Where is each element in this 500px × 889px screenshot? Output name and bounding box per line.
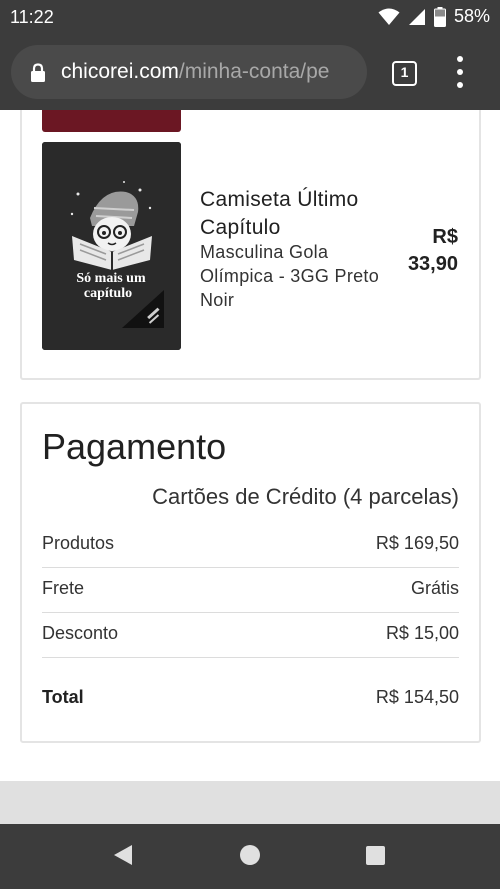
- print-text-line2: capítulo: [84, 286, 132, 301]
- cell-signal-icon: [408, 8, 426, 26]
- summary-value: Grátis: [410, 578, 459, 598]
- url-text: chicorei.com/minha-conta/pe: [61, 60, 329, 84]
- back-icon[interactable]: [113, 844, 133, 871]
- product-name[interactable]: Camiseta Último Capítulo: [200, 186, 385, 242]
- product-thumbnail[interactable]: Só mais um capítulo: [42, 142, 181, 350]
- summary-row-shipping: Frete Grátis: [42, 568, 459, 613]
- summary-value: R$ 169,50: [375, 533, 459, 553]
- status-icons: 58%: [378, 6, 490, 27]
- lock-icon: [30, 63, 46, 88]
- url-domain: chicorei.com: [61, 60, 179, 83]
- status-time: 11:22: [10, 7, 54, 27]
- summary-label: Frete: [42, 578, 85, 598]
- product-price: R$ 33,90: [407, 226, 458, 275]
- print-text-line1: Só mais um: [76, 271, 146, 286]
- summary-row-products: Produtos R$ 169,50: [42, 523, 459, 568]
- summary-row-discount: Desconto R$ 15,00: [42, 613, 459, 658]
- previous-product-thumbnail[interactable]: [42, 110, 181, 132]
- tab-switcher-button[interactable]: 1: [392, 61, 417, 86]
- summary-value: R$ 15,00: [385, 623, 459, 643]
- payment-title: Pagamento: [42, 426, 227, 467]
- page-footer: [0, 781, 500, 824]
- overflow-menu-icon[interactable]: [452, 56, 468, 90]
- summary-label: Desconto: [42, 623, 119, 643]
- recent-apps-icon[interactable]: [366, 846, 385, 865]
- battery-percent: 58%: [453, 6, 490, 26]
- payment-card: Pagamento Cartões de Crédito (4 parcelas…: [20, 402, 481, 743]
- product-variant: Masculina Gola Olímpica - 3GG Preto Noir: [200, 242, 380, 310]
- address-bar[interactable]: chicorei.com/minha-conta/pe: [11, 45, 367, 99]
- page-content: Só mais um capítulo Camiseta Último Capí…: [0, 110, 500, 824]
- payment-method: Cartões de Crédito (4 parcelas): [152, 484, 459, 509]
- url-path: /minha-conta/pe: [178, 60, 330, 83]
- status-bar: 11:22 58%: [0, 0, 500, 36]
- browser-toolbar: chicorei.com/minha-conta/pe 1: [0, 36, 500, 110]
- summary-row-total: Total R$ 154,50: [42, 677, 459, 722]
- wifi-icon: [378, 8, 400, 26]
- home-icon[interactable]: [240, 845, 260, 865]
- battery-icon: [433, 6, 446, 27]
- total-value: R$ 154,50: [375, 687, 459, 707]
- system-nav-bar: [0, 824, 500, 889]
- summary-label: Produtos: [42, 533, 115, 553]
- total-label: Total: [42, 687, 84, 707]
